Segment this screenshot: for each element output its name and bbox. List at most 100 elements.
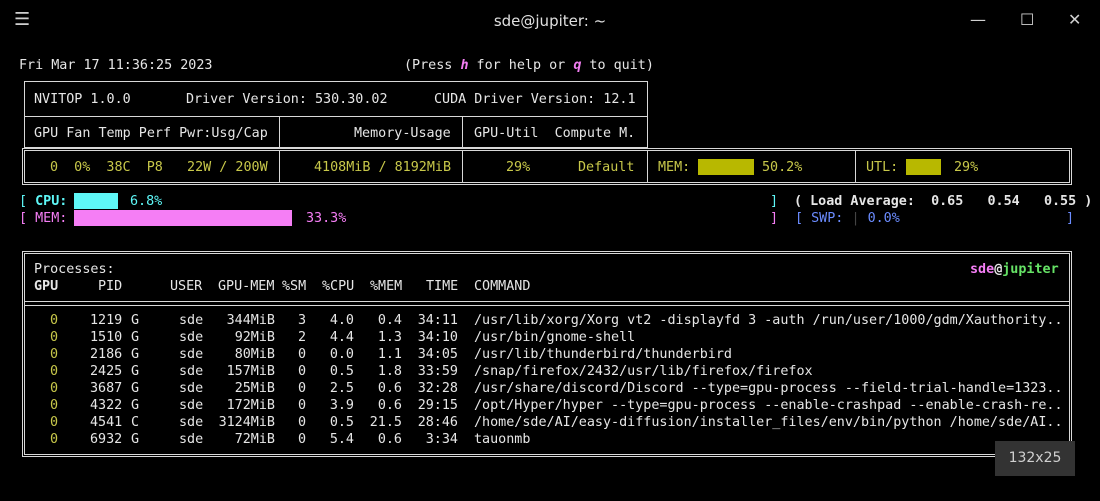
cell-sm: 0 (297, 432, 306, 447)
cell-user: sde (179, 432, 204, 447)
divider (462, 116, 463, 148)
compute-mode: Default (578, 160, 635, 175)
user-host: sde@jupiter (970, 261, 1059, 278)
cell-time: 34:11 (417, 313, 458, 328)
col-cpu[interactable]: %CPU (322, 278, 354, 295)
cell-cpu: 2.5 (329, 381, 354, 396)
cell-mem: 0.6 (377, 381, 402, 396)
load-15: 0.55 (1043, 194, 1077, 209)
cell-cpu: 4.0 (329, 313, 354, 328)
cell-pid: 1219 (90, 313, 123, 328)
cell-type: G (131, 330, 140, 345)
cell-command: tauonmb (474, 432, 531, 447)
cell-time: 28:46 (417, 415, 458, 430)
help-text-mid: for help or (468, 58, 574, 73)
col-gpu[interactable]: GPU (34, 278, 58, 295)
gpu-mem-percent: 50.2% (762, 160, 803, 175)
cuda-version: CUDA Driver Version: 12.1 (434, 92, 636, 107)
cpu-percent: 6.8% (130, 194, 163, 209)
cell-gpu-mem: 25MiB (234, 381, 275, 396)
col-sm[interactable]: %SM (282, 278, 306, 295)
cell-sm: 0 (297, 364, 306, 379)
cell-user: sde (179, 398, 204, 413)
cell-gpu-mem: 72MiB (234, 432, 275, 447)
cell-gpu: 0 (50, 415, 59, 430)
cell-mem: 1.3 (377, 330, 402, 345)
cell-gpu-mem: 3124MiB (218, 415, 275, 430)
cell-sm: 3 (297, 313, 306, 328)
col-user[interactable]: USER (170, 278, 202, 295)
cell-gpu: 0 (50, 330, 59, 345)
close-icon[interactable]: ✕ (1068, 10, 1081, 29)
cell-command: /usr/lib/xorg/Xorg vt2 -displayfd 3 -aut… (474, 313, 1063, 328)
cell-user: sde (179, 364, 204, 379)
col-mem[interactable]: %MEM (370, 278, 402, 295)
cell-type: G (131, 364, 140, 379)
divider (647, 151, 648, 182)
cell-cpu: 5.4 (329, 432, 354, 447)
cell-command: /opt/Hyper/hyper --type=gpu-process --en… (474, 398, 1063, 413)
cell-mem: 0.4 (377, 313, 402, 328)
cell-command: /usr/share/discord/Discord --type=gpu-pr… (474, 381, 1063, 396)
col-time[interactable]: TIME (426, 278, 458, 295)
cell-sm: 0 (297, 347, 306, 362)
load-5: 0.54 (987, 194, 1020, 209)
datetime: Fri Mar 17 11:36:25 2023 (19, 58, 213, 73)
swp-bracket-close: ] (1066, 211, 1075, 226)
cell-cpu: 0.0 (329, 347, 354, 362)
cell-type: G (131, 313, 140, 328)
driver-version: Driver Version: 530.30.02 (186, 92, 388, 107)
cell-time: 3:34 (425, 432, 458, 447)
cell-mem: 0.6 (377, 398, 402, 413)
cell-type: G (131, 398, 140, 413)
gpu-mem-label: MEM: (658, 160, 691, 175)
cpu-label-text: CPU: (35, 194, 68, 209)
cell-pid: 2425 (90, 364, 123, 379)
cell-time: 29:15 (417, 398, 458, 413)
cell-time: 32:28 (417, 381, 458, 396)
cell-time: 33:59 (417, 364, 458, 379)
swp-label: [ SWP: | 0.0% (795, 211, 900, 226)
cell-gpu-mem: 344MiB (226, 313, 275, 328)
cell-type: G (131, 347, 140, 362)
cell-sm: 0 (297, 415, 306, 430)
mem-label: [ MEM: (19, 211, 68, 226)
cell-sm: 0 (297, 381, 306, 396)
cell-gpu: 0 (50, 381, 59, 396)
cell-gpu: 0 (50, 347, 59, 362)
gpu-header-memory: Memory-Usage (354, 126, 451, 141)
cpu-bracket-close: ] (770, 194, 779, 209)
cell-gpu-mem: 172MiB (226, 398, 275, 413)
cell-mem: 21.5 (369, 415, 402, 430)
gpu-mem-bar (698, 159, 754, 175)
maximize-icon[interactable]: ☐ (1020, 10, 1034, 29)
col-gpu-mem[interactable]: GPU-MEM (218, 278, 274, 295)
swp-label-text: SWP: (811, 211, 844, 226)
nvitop-version: NVITOP 1.0.0 (34, 92, 131, 107)
cell-command: /home/sde/AI/easy-diffusion/installer_fi… (474, 415, 1063, 430)
window-titlebar: ☰ sde@jupiter: ~ — ☐ ✕ (0, 0, 1100, 42)
cell-pid: 3687 (90, 381, 123, 396)
col-pid[interactable]: PID (98, 278, 122, 295)
divider (855, 151, 856, 182)
col-command[interactable]: COMMAND (474, 278, 530, 295)
help-hint: (Press h for help or q to quit) (404, 57, 654, 74)
cell-user: sde (179, 330, 204, 345)
gpu-row-stats: 0 0% 38C P8 22W / 200W (50, 160, 268, 175)
cell-pid: 1510 (90, 330, 123, 345)
cell-time: 34:10 (417, 330, 458, 345)
cell-cpu: 3.9 (329, 398, 354, 413)
cell-time: 34:05 (417, 347, 458, 362)
load-average: ( Load Average: 0.65 0.54 0.55 ) (794, 193, 1092, 210)
cell-sm: 0 (297, 398, 306, 413)
divider (25, 301, 1069, 306)
minimize-icon[interactable]: — (970, 10, 986, 29)
gpu-utl-label: UTL: (866, 160, 899, 175)
gpu-header-left: GPU Fan Temp Perf Pwr:Usg/Cap (34, 126, 268, 141)
cell-gpu: 0 (50, 432, 59, 447)
cell-type: G (131, 432, 140, 447)
gpu-utl-bar (906, 159, 941, 175)
gpu-memory-usage: 4108MiB / 8192MiB (314, 160, 452, 175)
cell-pid: 4322 (90, 398, 123, 413)
cell-cpu: 0.5 (329, 415, 354, 430)
